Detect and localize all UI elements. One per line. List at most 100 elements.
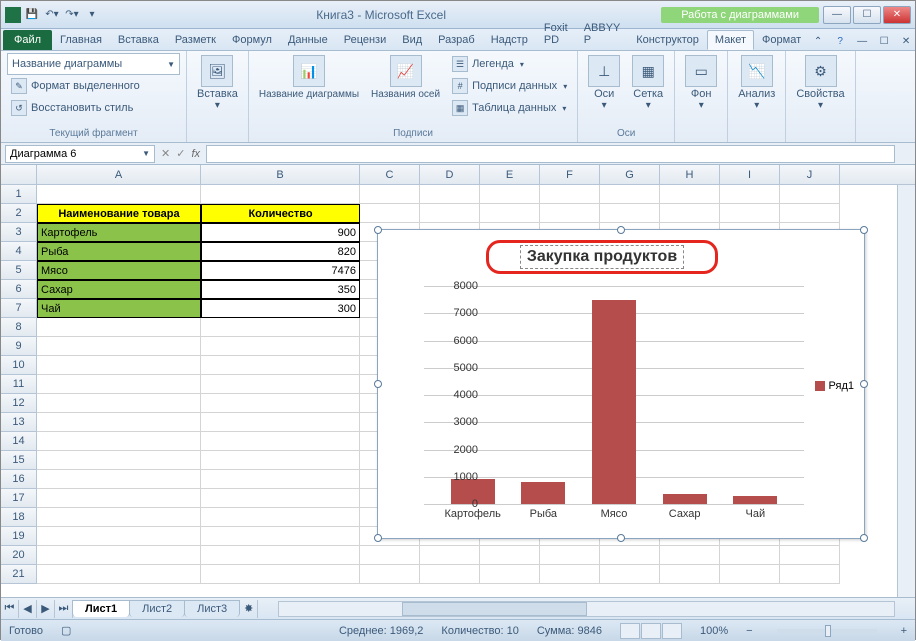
cell-D1[interactable] (420, 185, 480, 204)
cell-A3[interactable]: Картофель (37, 223, 201, 242)
cell-A14[interactable] (37, 432, 201, 451)
row-header-4[interactable]: 4 (1, 242, 37, 261)
cell-B17[interactable] (201, 489, 360, 508)
cell-E20[interactable] (480, 546, 540, 565)
cell-B2[interactable]: Количество (201, 204, 360, 223)
tab-данные[interactable]: Данные (280, 30, 336, 50)
sheet-tab-Лист2[interactable]: Лист2 (129, 600, 185, 617)
col-header-I[interactable]: I (720, 165, 780, 184)
cell-D21[interactable] (420, 565, 480, 584)
ribbon-minimize-icon[interactable]: ⌃ (809, 32, 827, 50)
qat-customize[interactable]: ▾ (83, 6, 101, 24)
axes-button[interactable]: ⊥Оси▾ (584, 53, 624, 113)
cell-A10[interactable] (37, 356, 201, 375)
col-header-D[interactable]: D (420, 165, 480, 184)
cell-H21[interactable] (660, 565, 720, 584)
scrollbar-thumb[interactable] (402, 602, 586, 616)
tab-file[interactable]: Файл (3, 30, 52, 50)
tab-формул[interactable]: Формул (224, 30, 280, 50)
tab-abbyy p[interactable]: ABBYY P (576, 18, 629, 50)
cell-B15[interactable] (201, 451, 360, 470)
col-header-F[interactable]: F (540, 165, 600, 184)
row-header-13[interactable]: 13 (1, 413, 37, 432)
cell-B1[interactable] (201, 185, 360, 204)
cell-C1[interactable] (360, 185, 420, 204)
tab-разраб[interactable]: Разраб (430, 30, 483, 50)
axis-titles-button[interactable]: 📈Названия осей (367, 53, 444, 102)
cell-B16[interactable] (201, 470, 360, 489)
qat-redo[interactable]: ↷▾ (63, 6, 81, 24)
row-header-12[interactable]: 12 (1, 394, 37, 413)
tab-nav-last[interactable]: ⏭ (55, 600, 73, 618)
col-header-E[interactable]: E (480, 165, 540, 184)
col-header-H[interactable]: H (660, 165, 720, 184)
cell-A5[interactable]: Мясо (37, 261, 201, 280)
cell-B19[interactable] (201, 527, 360, 546)
cell-B20[interactable] (201, 546, 360, 565)
tab-nav-next[interactable]: ▶ (37, 600, 55, 618)
row-header-19[interactable]: 19 (1, 527, 37, 546)
tab-конструктор[interactable]: Конструктор (628, 30, 707, 50)
cell-F2[interactable] (540, 204, 600, 223)
cell-A21[interactable] (37, 565, 201, 584)
cancel-fx-icon[interactable]: ✕ (161, 147, 170, 160)
cell-B9[interactable] (201, 337, 360, 356)
doc-min-icon[interactable]: — (853, 32, 871, 50)
cell-H1[interactable] (660, 185, 720, 204)
cell-H20[interactable] (660, 546, 720, 565)
cell-A1[interactable] (37, 185, 201, 204)
view-normal-button[interactable] (620, 623, 640, 639)
cell-I21[interactable] (720, 565, 780, 584)
cell-B4[interactable]: 820 (201, 242, 360, 261)
sheet-tab-Лист1[interactable]: Лист1 (72, 600, 130, 617)
tab-nav-first[interactable]: ⏮ (1, 600, 19, 618)
tab-foxit pd[interactable]: Foxit PD (536, 18, 576, 50)
cell-J2[interactable] (780, 204, 840, 223)
properties-button[interactable]: ⚙Свойства▾ (792, 53, 848, 113)
cell-H2[interactable] (660, 204, 720, 223)
cell-A19[interactable] (37, 527, 201, 546)
row-header-11[interactable]: 11 (1, 375, 37, 394)
cell-B18[interactable] (201, 508, 360, 527)
select-all-triangle[interactable] (1, 165, 37, 184)
cell-I2[interactable] (720, 204, 780, 223)
vertical-scrollbar[interactable] (897, 185, 915, 597)
cell-E1[interactable] (480, 185, 540, 204)
bar-Сахар[interactable] (663, 494, 707, 504)
row-header-15[interactable]: 15 (1, 451, 37, 470)
chart-title-button[interactable]: 📊Название диаграммы (255, 53, 363, 102)
row-header-18[interactable]: 18 (1, 508, 37, 527)
tab-рецензи[interactable]: Рецензи (336, 30, 395, 50)
fx-label[interactable]: fx (191, 148, 200, 160)
qat-undo[interactable]: ↶▾ (43, 6, 61, 24)
bar-Чай[interactable] (733, 496, 777, 504)
cell-B8[interactable] (201, 318, 360, 337)
cell-A18[interactable] (37, 508, 201, 527)
zoom-level[interactable]: 100% (700, 625, 728, 637)
zoom-in-button[interactable]: + (901, 625, 907, 637)
formula-input[interactable] (206, 145, 895, 163)
cell-I1[interactable] (720, 185, 780, 204)
cell-A12[interactable] (37, 394, 201, 413)
cell-C20[interactable] (360, 546, 420, 565)
cell-C21[interactable] (360, 565, 420, 584)
tab-главная[interactable]: Главная (52, 30, 110, 50)
cell-B11[interactable] (201, 375, 360, 394)
zoom-slider-thumb[interactable] (825, 625, 831, 637)
tab-вставка[interactable]: Вставка (110, 30, 167, 50)
cell-G1[interactable] (600, 185, 660, 204)
cell-G21[interactable] (600, 565, 660, 584)
cell-B12[interactable] (201, 394, 360, 413)
col-header-B[interactable]: B (201, 165, 360, 184)
zoom-out-button[interactable]: − (746, 625, 752, 637)
accept-fx-icon[interactable]: ✓ (176, 147, 185, 160)
col-header-J[interactable]: J (780, 165, 840, 184)
row-header-3[interactable]: 3 (1, 223, 37, 242)
tab-формат[interactable]: Формат (754, 30, 809, 50)
cell-B3[interactable]: 900 (201, 223, 360, 242)
background-button[interactable]: ▭Фон▾ (681, 53, 721, 113)
cell-A17[interactable] (37, 489, 201, 508)
new-sheet-button[interactable]: ✸ (240, 600, 258, 618)
doc-restore-icon[interactable]: ☐ (875, 32, 893, 50)
macro-record-icon[interactable]: ▢ (61, 624, 71, 637)
